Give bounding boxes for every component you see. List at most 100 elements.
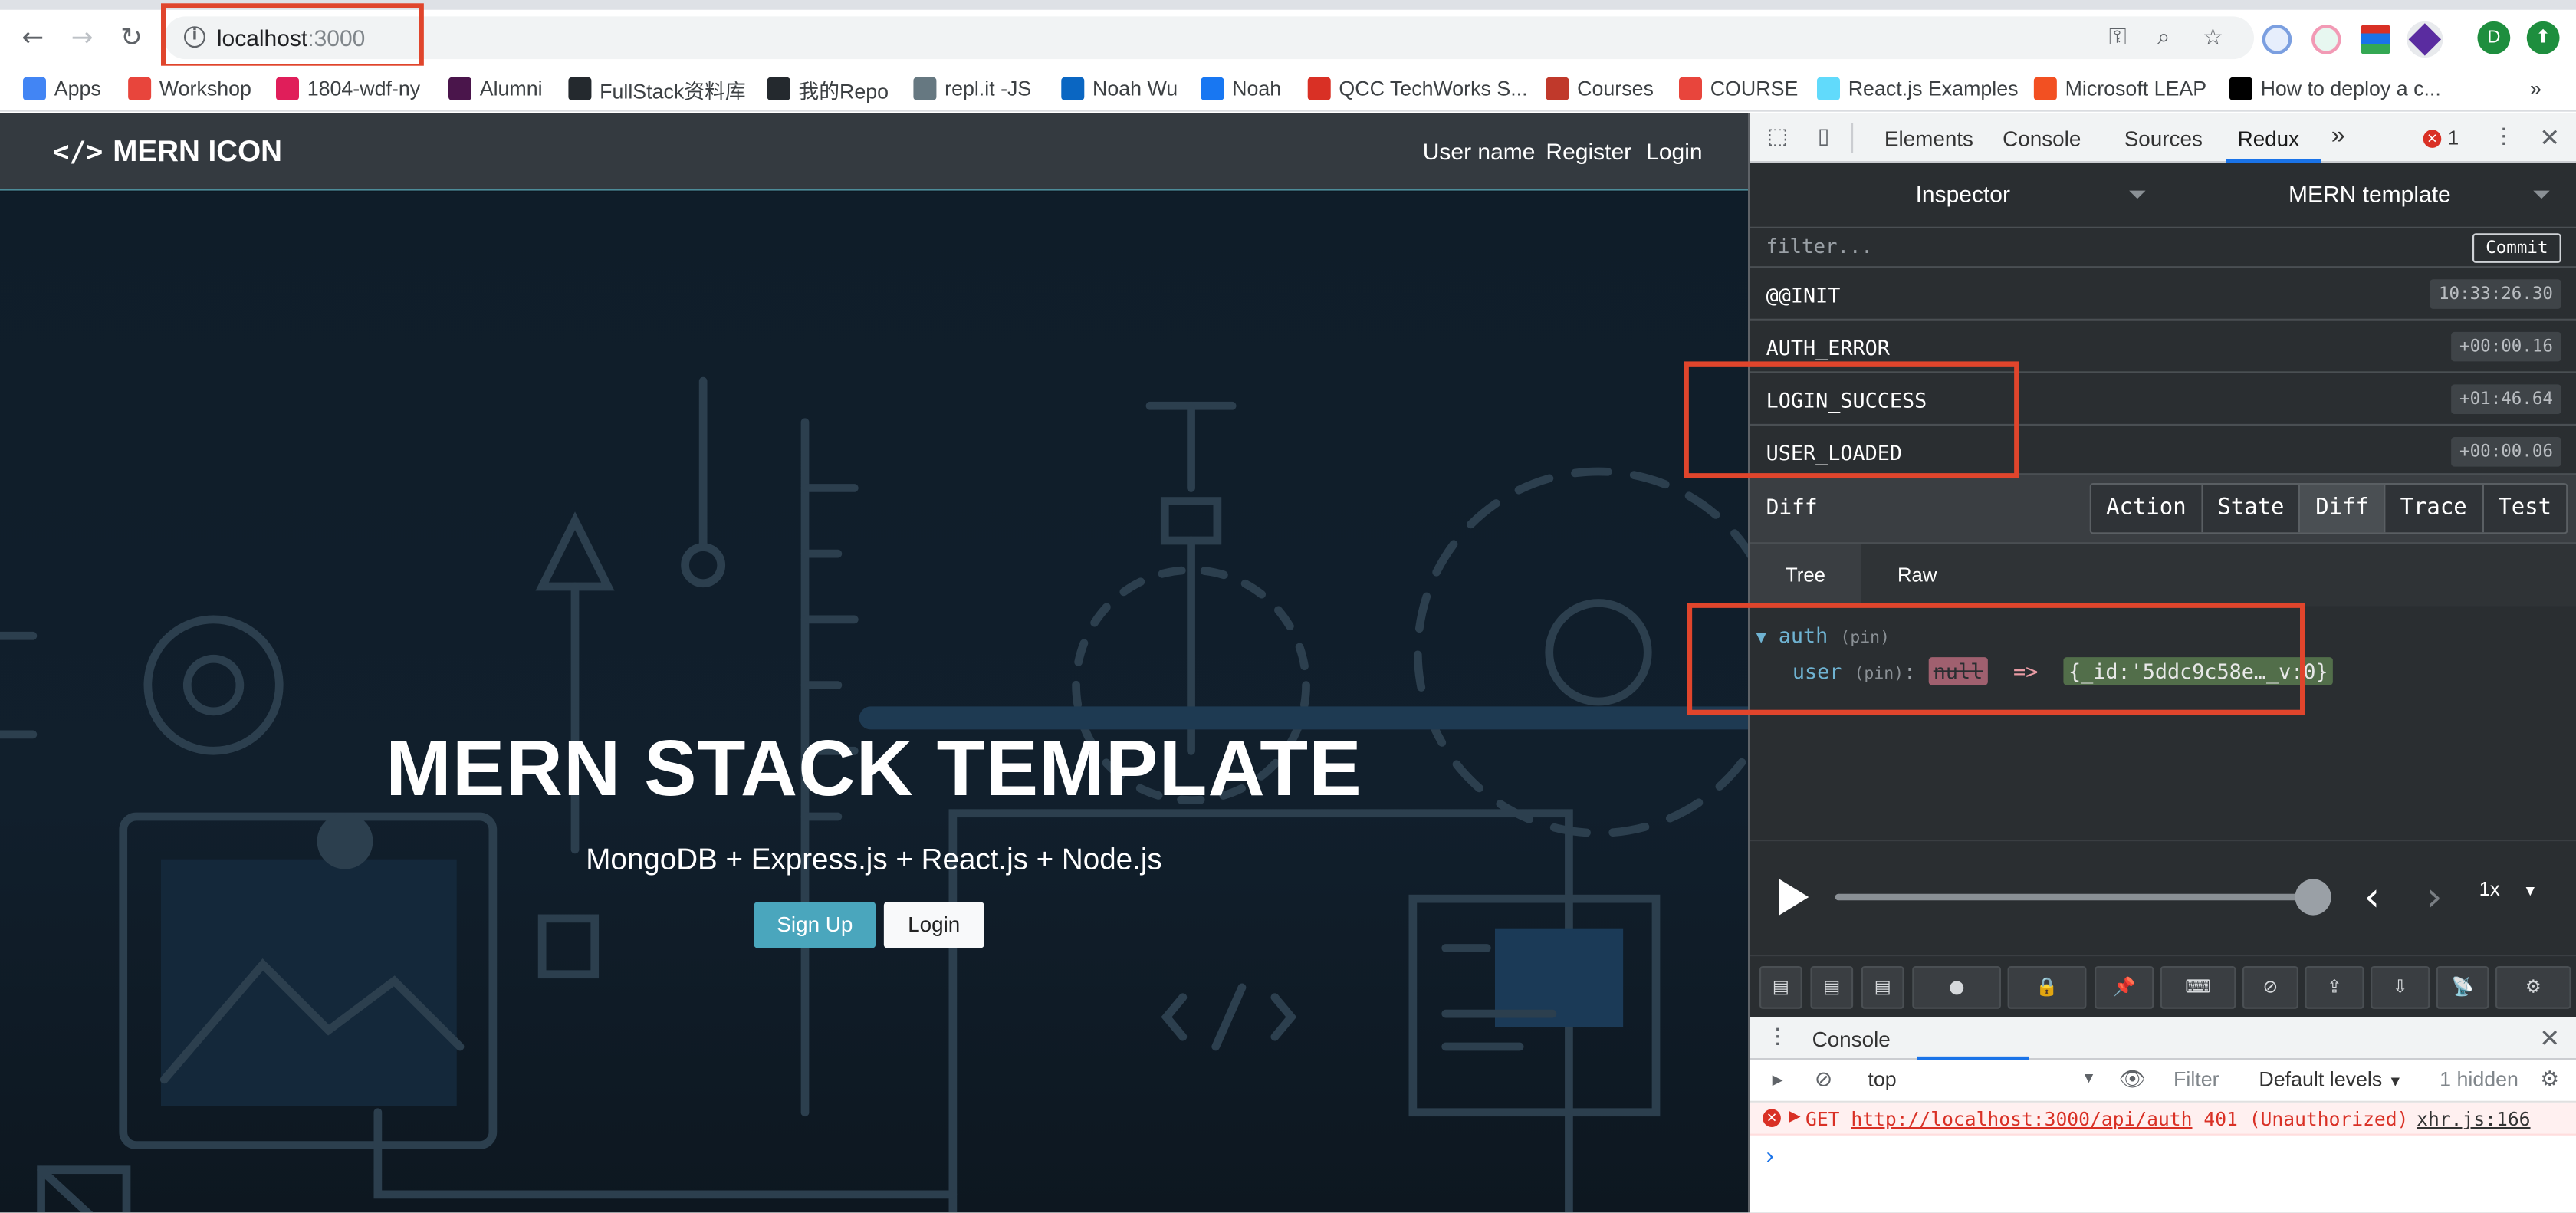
console-prompt[interactable]: ›	[1766, 1142, 1774, 1168]
drawer-menu-icon[interactable]: ⋮	[1763, 1024, 1792, 1054]
bookmark-item[interactable]: Courses	[1546, 74, 1654, 104]
console-filter-input[interactable]: Filter	[2174, 1068, 2242, 1096]
chevron-down-icon[interactable]	[2533, 190, 2550, 199]
tab-sources[interactable]: Sources	[2124, 127, 2203, 151]
bookmark-item[interactable]: QCC TechWorks S...	[1307, 74, 1528, 104]
bookmark-item[interactable]: Microsoft LEAP	[2033, 74, 2206, 104]
bookmark-item[interactable]: Noah Wu	[1061, 74, 1178, 104]
timeline-slider[interactable]	[1835, 893, 2315, 901]
nav-user-name[interactable]: User name	[1423, 138, 1536, 164]
site-brand[interactable]: </> MERN ICON	[53, 135, 282, 169]
avatar[interactable]: D	[2477, 21, 2511, 54]
action-filter: filter... Commit	[1750, 228, 2576, 268]
tab-raw[interactable]: Raw	[1861, 544, 1973, 606]
site-navbar: </> MERN ICON User name Register Login	[0, 113, 1748, 191]
address-bar[interactable]: i localhost:3000 ⚿ ⌕ ☆	[164, 16, 2255, 60]
bottom-panel-icon[interactable]: ▤	[1861, 966, 1904, 1009]
error-url-link[interactable]: http://localhost:3000/api/auth	[1851, 1107, 2192, 1130]
bookmark-label: Courses	[1577, 77, 1654, 100]
filter-input[interactable]: filter...	[1766, 235, 1873, 258]
nav-login[interactable]: Login	[1646, 138, 1702, 164]
pause-recording-icon[interactable]: ●	[1912, 966, 2001, 1009]
close-devtools-icon[interactable]: ✕	[2535, 123, 2564, 153]
close-drawer-icon[interactable]: ✕	[2535, 1024, 2564, 1054]
instance-select[interactable]: MERN template	[2288, 181, 2451, 207]
bookmark-item[interactable]: 我的Repo	[767, 74, 889, 104]
commit-button[interactable]: Commit	[2472, 233, 2561, 263]
tab-trace[interactable]: Trace	[2385, 485, 2484, 533]
bookmark-item[interactable]: Alumni	[449, 74, 543, 104]
lock-icon[interactable]: 🔒	[2007, 966, 2087, 1009]
extension-icon[interactable]	[2312, 25, 2341, 54]
slider-handle[interactable]	[2295, 879, 2331, 916]
bookmark-item[interactable]: repl.it -JS	[913, 74, 1031, 104]
clear-console-icon[interactable]: ⊘	[1809, 1067, 1838, 1096]
action-row[interactable]: @@INIT 10:33:26.30	[1750, 268, 2576, 321]
device-toolbar-icon[interactable]: ▯	[1809, 123, 1838, 153]
bookmark-favicon-icon	[1061, 77, 1085, 100]
back-icon[interactable]: ←	[18, 22, 48, 53]
inspect-element-icon[interactable]: ⬚	[1763, 123, 1792, 153]
bookmark-item[interactable]: How to deploy a c...	[2229, 74, 2441, 104]
log-levels-select[interactable]: Default levels ▼	[2259, 1068, 2402, 1091]
console-error-row[interactable]: ✕ ▶ GET http://localhost:3000/api/auth 4…	[1750, 1102, 2576, 1136]
brand-label[interactable]: MERN ICON	[113, 135, 282, 169]
keyboard-icon[interactable]: ⌨	[2160, 966, 2236, 1009]
eye-icon[interactable]: 👁	[2118, 1067, 2147, 1096]
pin-icon[interactable]: 📌	[2095, 966, 2154, 1009]
play-icon[interactable]	[1779, 879, 1809, 916]
bookmark-item[interactable]: COURSE	[1679, 74, 1798, 104]
tab-state[interactable]: State	[2203, 485, 2301, 533]
monitor-select[interactable]: Inspector	[1916, 181, 2010, 207]
more-tabs-icon[interactable]: »	[2331, 122, 2345, 150]
next-icon[interactable]: ›	[2426, 874, 2443, 920]
reload-icon[interactable]: ↻	[117, 22, 146, 53]
tab-test[interactable]: Test	[2483, 485, 2567, 533]
context-select[interactable]: top	[1868, 1068, 1896, 1091]
speed-select[interactable]: 1x ▼	[2479, 877, 2538, 900]
remote-icon[interactable]: 📡	[2436, 966, 2489, 1009]
bookmark-item[interactable]: FullStack资料库	[568, 74, 746, 104]
action-time: +01:46.64	[2451, 384, 2561, 414]
extension-icon[interactable]	[2262, 25, 2292, 54]
bookmark-item[interactable]: Noah	[1201, 74, 1281, 104]
login-button[interactable]: Login	[883, 902, 984, 948]
bookmark-star-icon[interactable]: ☆	[2198, 23, 2228, 53]
redux-extension-icon[interactable]	[2407, 21, 2443, 58]
chevron-down-icon[interactable]	[2129, 190, 2146, 199]
tab-elements[interactable]: Elements	[1884, 127, 1973, 151]
right-panel-icon[interactable]: ▤	[1810, 966, 1854, 1009]
bookmark-item[interactable]: Workshop	[128, 74, 251, 104]
bookmark-item[interactable]: Apps	[23, 74, 101, 104]
expand-triangle-icon[interactable]: ▶	[1789, 1107, 1801, 1126]
nav-register[interactable]: Register	[1546, 138, 1631, 164]
tab-action[interactable]: Action	[2091, 485, 2203, 533]
tab-redux[interactable]: Redux	[2238, 127, 2300, 151]
bookmarks-overflow-icon[interactable]: »	[2530, 74, 2542, 104]
kebab-menu-icon[interactable]: ⋮	[2489, 123, 2518, 153]
export-icon[interactable]: ⇪	[2305, 966, 2364, 1009]
left-panel-icon[interactable]: ▤	[1760, 966, 1802, 1009]
error-count-badge[interactable]: ✕ 1	[2423, 127, 2459, 150]
update-icon[interactable]: ⬆	[2526, 21, 2560, 54]
persist-icon[interactable]: ⊘	[2242, 966, 2298, 1009]
import-icon[interactable]: ⇩	[2371, 966, 2430, 1009]
bookmark-item[interactable]: 1804-wdf-ny	[276, 74, 420, 104]
console-settings-icon[interactable]: ⚙	[2535, 1067, 2564, 1096]
forward-icon[interactable]: →	[67, 22, 97, 53]
chevron-down-icon[interactable]: ▼	[2082, 1070, 2096, 1086]
sidebar-toggle-icon[interactable]: ▸	[1763, 1067, 1792, 1096]
previous-icon[interactable]: ‹	[2364, 874, 2380, 920]
signup-button[interactable]: Sign Up	[754, 902, 876, 948]
zoom-icon[interactable]: ⌕	[2149, 23, 2179, 53]
tab-console[interactable]: Console	[2003, 127, 2081, 151]
bookmark-item[interactable]: React.js Examples	[1817, 74, 2019, 104]
extension-icon[interactable]	[2361, 25, 2390, 54]
tab-diff[interactable]: Diff	[2300, 485, 2386, 533]
settings-gear-icon[interactable]: ⚙	[2496, 966, 2571, 1009]
key-icon[interactable]: ⚿	[2103, 23, 2133, 53]
bookmark-favicon-icon	[1679, 77, 1702, 100]
error-source-link[interactable]: xhr.js:166	[2417, 1107, 2530, 1130]
console-drawer-title[interactable]: Console	[1812, 1027, 1891, 1051]
tab-tree[interactable]: Tree	[1750, 544, 1861, 606]
